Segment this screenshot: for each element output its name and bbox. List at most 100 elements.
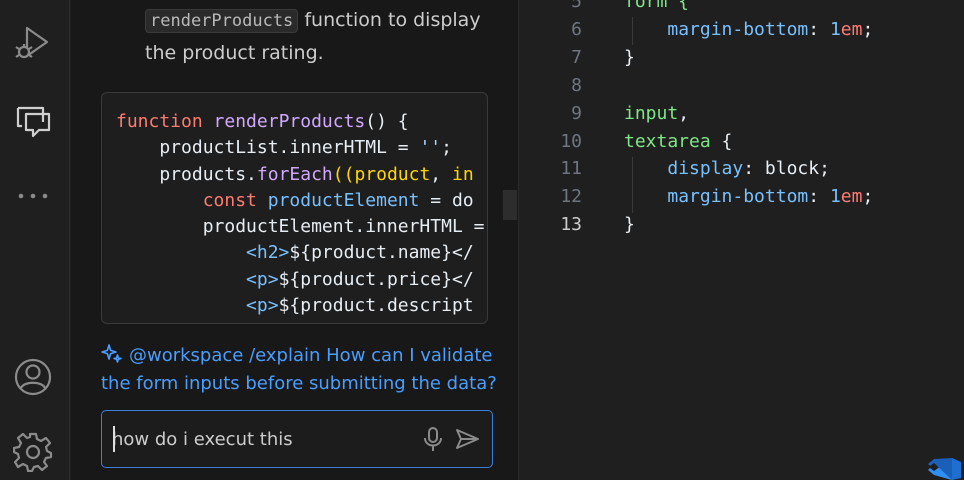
indent-guide bbox=[632, 157, 633, 213]
inline-code-ref: renderProducts bbox=[145, 9, 299, 33]
code-token: }</ bbox=[441, 242, 474, 264]
panel-resize-handle[interactable] bbox=[503, 190, 517, 220]
code-token: in bbox=[451, 163, 474, 185]
line-number: 9 bbox=[571, 102, 582, 124]
code-token: () { bbox=[365, 111, 409, 132]
code-token: <p> bbox=[246, 268, 279, 290]
code-token: = bbox=[386, 137, 420, 159]
code-block: function renderProducts() { productList.… bbox=[101, 92, 488, 324]
code-token: margin-bottom bbox=[667, 18, 809, 40]
code-token: (( bbox=[332, 163, 355, 185]
sparkle-icon bbox=[101, 344, 122, 363]
code-token: products. bbox=[116, 163, 257, 185]
code-line: productElement.innerHTML = bbox=[116, 214, 485, 240]
code-token: function bbox=[116, 111, 203, 132]
code-line: products.forEach((product, in bbox=[116, 162, 484, 188]
code-token: <p> bbox=[246, 295, 279, 317]
chat-input-box[interactable] bbox=[101, 410, 493, 468]
code-line: <p>${product.descript bbox=[116, 293, 484, 319]
line-number: 8 bbox=[571, 74, 582, 96]
code-token: = bbox=[473, 216, 485, 238]
code-line: <p>${product.price}</ bbox=[116, 267, 484, 293]
more-icon[interactable] bbox=[13, 176, 53, 216]
editor-line[interactable]: 11 display: block; bbox=[520, 155, 964, 183]
line-number: 5 bbox=[571, 0, 582, 12]
line-code: } bbox=[624, 211, 635, 239]
code-token: productElement.innerHTML bbox=[116, 216, 474, 238]
line-code: margin-bottom: 1em; bbox=[624, 183, 873, 211]
settings-gear-icon[interactable] bbox=[13, 432, 53, 472]
editor-line[interactable]: 13} bbox=[520, 211, 964, 239]
account-icon[interactable] bbox=[13, 357, 53, 397]
send-icon[interactable] bbox=[454, 427, 480, 451]
code-token: <h2> bbox=[246, 242, 290, 264]
editor-line[interactable]: 10 textarea { bbox=[520, 128, 964, 156]
code-token: }</ bbox=[441, 268, 474, 290]
code-token: innerHTML bbox=[289, 137, 387, 159]
code-token: product.price bbox=[300, 268, 442, 290]
line-number: 10 bbox=[560, 130, 582, 152]
chat-icon[interactable] bbox=[13, 100, 53, 140]
editor-line[interactable]: 8 bbox=[520, 72, 964, 100]
code-token: } bbox=[624, 46, 635, 68]
code-token: 1 bbox=[829, 18, 841, 40]
activity-bar bbox=[0, 0, 70, 480]
code-token: { bbox=[710, 130, 733, 152]
copilot-chat-panel: renderProducts function to display the p… bbox=[71, 0, 519, 480]
code-token: productElement bbox=[267, 189, 420, 211]
editor-line[interactable]: 12 margin-bottom: 1em; bbox=[520, 183, 964, 211]
code-block-lines: function renderProducts() { productList.… bbox=[116, 109, 484, 319]
code-token: display bbox=[667, 158, 744, 180]
code-editor[interactable]: 5 form {6 margin-bottom: 1em; 7} 8 9 input, 10… bbox=[503, 0, 964, 480]
line-code: } bbox=[624, 44, 635, 72]
code-token: form { bbox=[624, 0, 690, 12]
editor-line[interactable]: 9 input, bbox=[520, 100, 964, 128]
code-token: : bbox=[808, 18, 830, 40]
line-number: 13 bbox=[560, 214, 582, 236]
text-caret bbox=[113, 426, 115, 452]
code-token: ; bbox=[819, 158, 830, 180]
follow-up-suggestion[interactable]: @workspace /explain How can I validate t… bbox=[101, 342, 501, 398]
line-code: textarea { bbox=[624, 128, 732, 156]
microphone-icon[interactable] bbox=[422, 426, 444, 452]
run-debug-icon[interactable] bbox=[13, 22, 53, 62]
editor-line[interactable]: 6 margin-bottom: 1em; bbox=[520, 16, 964, 44]
code-token: , bbox=[430, 163, 452, 185]
line-number: 7 bbox=[571, 46, 582, 68]
editor-line[interactable]: 7} bbox=[520, 44, 964, 72]
code-token: forEach bbox=[256, 163, 333, 185]
code-token: margin-bottom bbox=[667, 186, 809, 208]
editor-line[interactable]: 5 form { bbox=[520, 0, 964, 16]
code-token: block bbox=[764, 158, 820, 180]
code-token: input bbox=[624, 102, 679, 124]
indent-guide bbox=[632, 17, 633, 45]
code-token: ${ bbox=[278, 295, 301, 317]
line-number: 11 bbox=[560, 158, 582, 180]
code-token: textarea bbox=[624, 130, 711, 152]
code-token: ${ bbox=[289, 242, 312, 264]
code-line: function renderProducts() { bbox=[116, 109, 484, 135]
code-token: '' bbox=[419, 137, 442, 159]
code-token: } bbox=[624, 214, 635, 236]
code-token: , bbox=[678, 102, 690, 124]
code-token: const bbox=[202, 189, 257, 211]
code-token: : bbox=[743, 158, 765, 180]
code-token: = bbox=[419, 189, 452, 211]
code-token: renderProducts bbox=[213, 111, 366, 132]
code-token: em bbox=[840, 18, 863, 40]
suggestion-text: @workspace /explain How can I validate t… bbox=[101, 345, 497, 394]
code-token: product.name bbox=[311, 242, 442, 264]
code-token: ${ bbox=[278, 268, 301, 290]
code-token: : bbox=[808, 186, 830, 208]
line-code: margin-bottom: 1em; bbox=[624, 16, 873, 44]
assistant-message: renderProducts function to display the p… bbox=[145, 4, 505, 69]
chat-input[interactable] bbox=[112, 425, 402, 453]
code-line: productList.innerHTML = ''; bbox=[116, 135, 484, 161]
